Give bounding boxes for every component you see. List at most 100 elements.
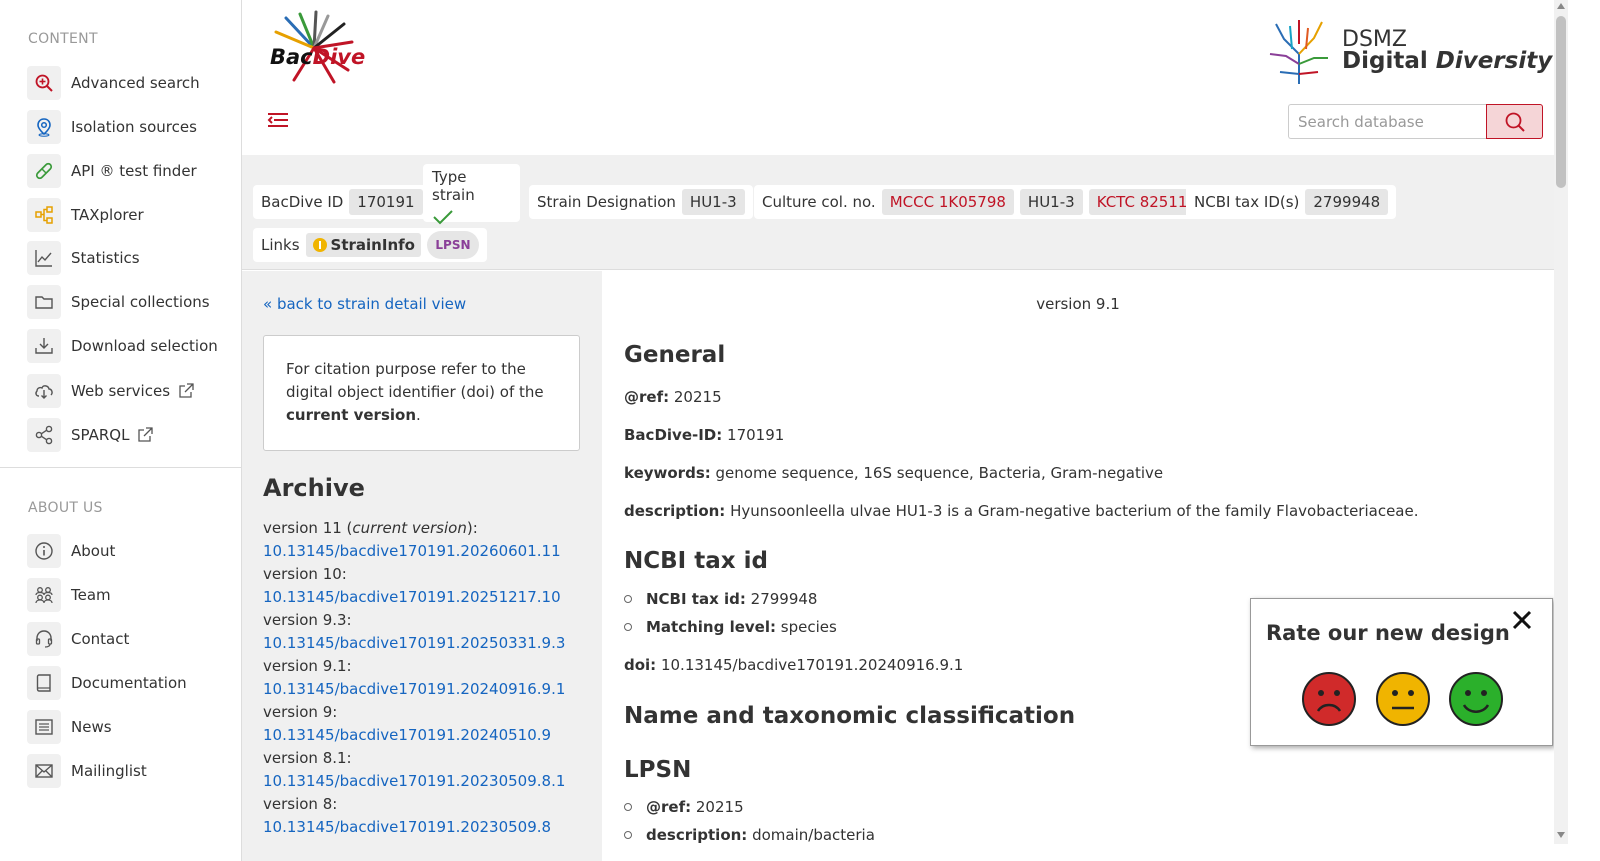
nav-about[interactable]: About (27, 533, 237, 569)
search-plus-icon (27, 66, 61, 100)
nav-isolation-sources[interactable]: Isolation sources (27, 109, 237, 145)
section-lpsn-title: LPSN (624, 757, 692, 783)
version-doi-link[interactable]: 10.13145/bacdive170191.20230509.8 (263, 816, 593, 839)
field-value: 2799948 (750, 590, 818, 608)
search-button[interactable] (1486, 104, 1543, 139)
straininfo-link[interactable]: StrainInfo (305, 233, 421, 257)
nav-documentation[interactable]: Documentation (27, 665, 237, 701)
book-icon (27, 666, 61, 700)
field-value: species (780, 618, 837, 636)
nav-sparql[interactable]: SPARQL (27, 417, 237, 453)
version-label-current: current version (352, 519, 467, 537)
sidebar-divider (0, 467, 242, 468)
nav-contact[interactable]: Contact (27, 621, 237, 657)
nav-api-test-finder[interactable]: API ® test finder (27, 153, 237, 189)
version-label: version 8: (263, 795, 338, 813)
version-doi-link[interactable]: 10.13145/bacdive170191.20260601.11 (263, 540, 593, 563)
nav-taxplorer[interactable]: TAXplorer (27, 197, 237, 233)
nav-label: News (71, 718, 112, 736)
ncbi-label: NCBI tax ID(s) (1194, 193, 1300, 211)
sad-face-icon[interactable] (1301, 671, 1357, 727)
dsmz-logo-icon[interactable] (1264, 14, 1334, 86)
nav-label: SPARQL (71, 426, 130, 444)
field-value: 170191 (727, 426, 785, 444)
field-label: BacDive-ID: (624, 426, 723, 444)
nav-web-services[interactable]: Web services (27, 373, 237, 409)
section-general-title: General (624, 342, 726, 368)
version-doi-link[interactable]: 10.13145/bacdive170191.20240916.9.1 (263, 678, 593, 701)
field-description: description: Hyunsoonleella ulvae HU1-3 … (624, 502, 1418, 520)
culture-link-mccc[interactable]: MCCC 1K05798 (881, 189, 1014, 215)
field-label: keywords: (624, 464, 711, 482)
field-value: 20215 (695, 798, 744, 816)
section-ncbi-title: NCBI tax id (624, 548, 768, 574)
version-doi-link[interactable]: 10.13145/bacdive170191.20250331.9.3 (263, 632, 593, 655)
version-label-end: ): (466, 519, 478, 537)
archive-entry: version 10: 10.13145/bacdive170191.20251… (263, 563, 593, 609)
archive-entry: version 8: 10.13145/bacdive170191.202305… (263, 793, 593, 839)
back-to-detail-link[interactable]: « back to strain detail view (263, 295, 466, 313)
field-lpsn-description: description: domain/bacteria (624, 826, 875, 844)
field-value: 20215 (673, 388, 722, 406)
external-link-icon (137, 427, 154, 443)
search-input[interactable] (1288, 104, 1486, 139)
version-label: version 9.1: (263, 657, 352, 675)
field-keywords: keywords: genome sequence, 16S sequence,… (624, 464, 1163, 482)
archive-column: « back to strain detail view For citatio… (242, 271, 602, 861)
nav-label: Download selection (71, 337, 218, 355)
check-icon (433, 210, 453, 225)
scroll-up-arrow-icon[interactable] (1557, 3, 1565, 9)
rating-title: Rate our new design (1266, 621, 1510, 645)
bacdive-id-label: BacDive ID (261, 193, 344, 211)
culture-value-hu: HU1-3 (1019, 189, 1083, 215)
nav-advanced-search[interactable]: Advanced search (27, 65, 237, 101)
field-label: Matching level: (646, 618, 776, 636)
team-icon (27, 578, 61, 612)
scrollbar-thumb[interactable] (1556, 16, 1566, 188)
rating-popup: Rate our new design (1250, 598, 1553, 746)
nav-label: Statistics (71, 249, 140, 267)
nav-news[interactable]: News (27, 709, 237, 745)
happy-face-icon[interactable] (1448, 671, 1504, 727)
nav-team[interactable]: Team (27, 577, 237, 613)
field-label: @ref: (646, 798, 692, 816)
version-doi-link[interactable]: 10.13145/bacdive170191.20251217.10 (263, 586, 593, 609)
close-icon[interactable] (1511, 609, 1533, 631)
field-label: @ref: (624, 388, 670, 406)
nav-label: Mailinglist (71, 762, 147, 780)
nav-special-collections[interactable]: Special collections (27, 284, 237, 320)
menu-collapse-icon[interactable] (266, 108, 290, 132)
neutral-face-icon[interactable] (1375, 671, 1431, 727)
nav-label: Documentation (71, 674, 187, 692)
mail-icon (27, 754, 61, 788)
scroll-down-arrow-icon[interactable] (1557, 832, 1565, 838)
version-label: version 8.1: (263, 749, 352, 767)
field-label: description: (646, 826, 748, 844)
designation-value: HU1-3 (681, 189, 745, 215)
version-doi-link[interactable]: 10.13145/bacdive170191.20240510.9 (263, 724, 593, 747)
nav-label: Special collections (71, 293, 210, 311)
page-scrollbar[interactable] (1554, 0, 1568, 844)
version-doi-link[interactable]: 10.13145/bacdive170191.20230509.8.1 (263, 770, 593, 793)
nav-mailinglist[interactable]: Mailinglist (27, 753, 237, 789)
field-value: domain/bacteria (752, 826, 875, 844)
tree-icon (27, 198, 61, 232)
field-ref: @ref: 20215 (624, 388, 722, 406)
logo-text-dive: Dive (312, 45, 366, 69)
citation-end: . (416, 406, 421, 424)
nav-download-selection[interactable]: Download selection (27, 328, 237, 364)
nav-label: Team (71, 586, 111, 604)
headset-icon (27, 622, 61, 656)
test-strip-icon (27, 154, 61, 188)
citation-bold: current version (286, 406, 417, 424)
field-label: description: (624, 502, 726, 520)
dsmz-digital: Digital (1342, 48, 1436, 74)
header: BacDive DSMZ Digital Diversity (242, 0, 1554, 155)
field-doi: doi: 10.13145/bacdive170191.20240916.9.1 (624, 656, 963, 674)
lpsn-link[interactable]: LPSN (426, 231, 479, 259)
version-label: version 10: (263, 565, 347, 583)
straininfo-label: StrainInfo (330, 236, 415, 254)
map-pin-icon (27, 110, 61, 144)
culture-link-kctc[interactable]: KCTC 82511 (1088, 189, 1196, 215)
nav-statistics[interactable]: Statistics (27, 240, 237, 276)
